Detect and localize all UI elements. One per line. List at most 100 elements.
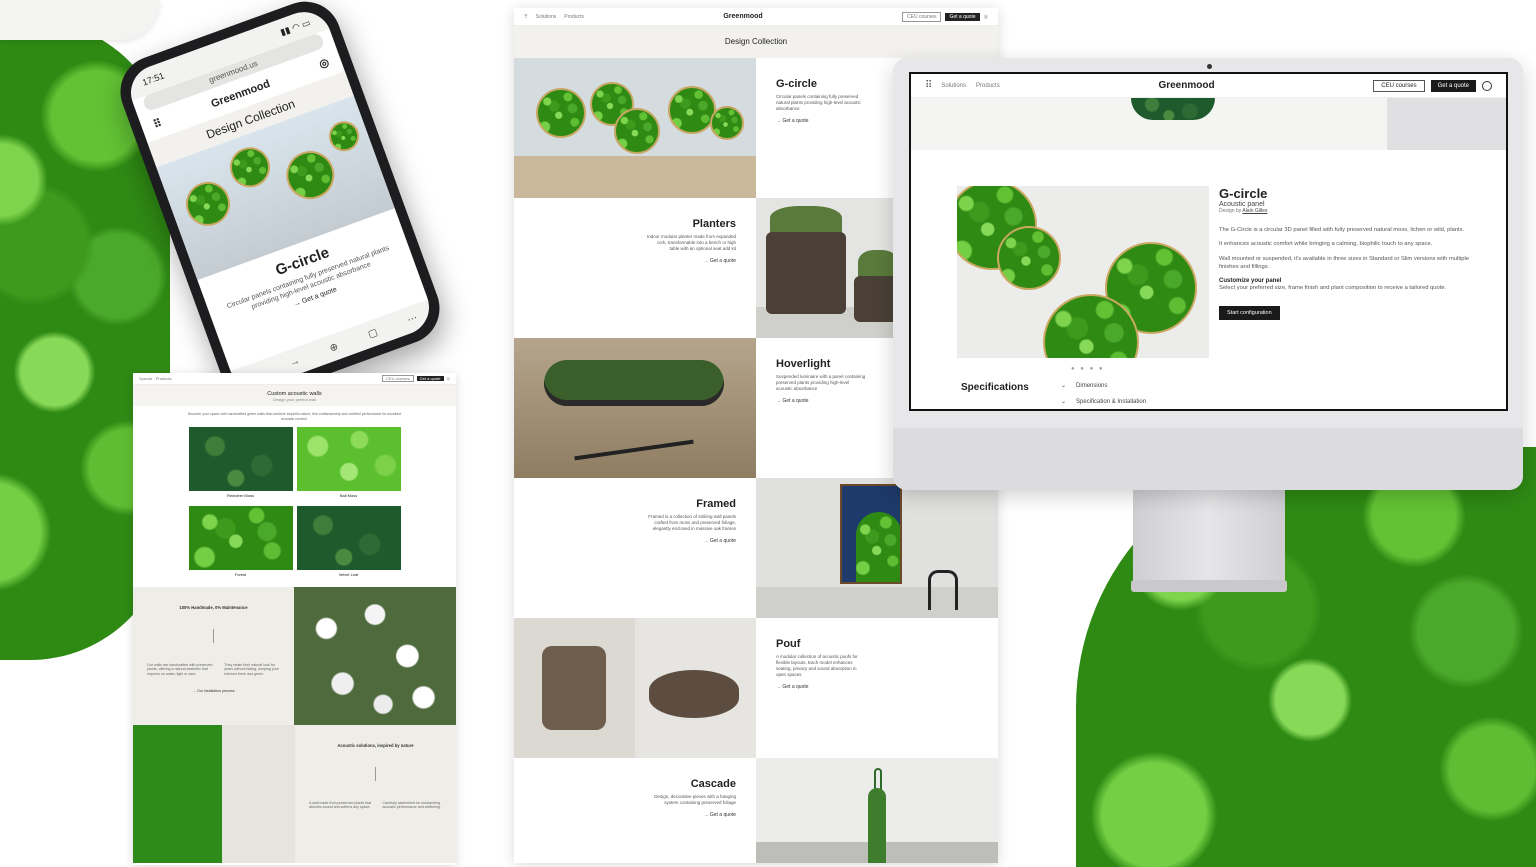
cascade-photo	[756, 758, 998, 863]
desktop-nav-item[interactable]: Products	[976, 83, 1000, 89]
phone-screen: 17:51 ▮▮ ◠ ▭ greenmood.us ⠿ Greenmood ◎ …	[123, 4, 437, 396]
get-quote-link[interactable]: → Get a quote	[534, 258, 736, 264]
menu-grid-icon[interactable]: ⠿	[152, 116, 164, 131]
cork-stool	[542, 646, 606, 730]
acoustic-col-1: A wall made from preserved plants that a…	[309, 800, 372, 810]
dc-brand[interactable]: Greenmood	[723, 13, 762, 20]
user-icon[interactable]: ◎	[984, 14, 988, 20]
dc-nav-right: CEU courses Get a quote ◎	[902, 11, 988, 22]
dc-nav-item[interactable]: Products	[564, 14, 584, 20]
designer-prefix: Design by	[1219, 208, 1242, 214]
user-icon[interactable]	[1482, 80, 1492, 91]
carousel-dots[interactable]: ● ● ● ●	[1071, 366, 1105, 372]
specifications-heading: Specifications	[961, 382, 1029, 393]
menu-grid-icon[interactable]: ⠿	[524, 14, 528, 20]
pouf-text: Pouf A modular collection of acoustic po…	[756, 618, 998, 758]
divider	[213, 628, 214, 643]
moss-type-tile[interactable]: Velvet Leaf	[296, 506, 401, 581]
phone-time: 17:51	[140, 70, 166, 88]
mini-nav-item[interactable]: Products	[156, 376, 172, 381]
product-info: G-circle Acoustic panel Design by Alain …	[1219, 186, 1469, 358]
moss-room-photo	[133, 725, 295, 864]
spec-label: Dimensions	[1076, 383, 1108, 389]
get-quote-link[interactable]: → Get a quote	[534, 538, 736, 544]
product-name[interactable]: Framed	[534, 498, 736, 510]
moss-type-image	[188, 427, 293, 492]
product-title: G-circle	[1219, 186, 1268, 201]
designer-credit: Design by Alain Gilles	[1219, 208, 1469, 214]
ceu-courses-button[interactable]: CEU courses	[1373, 79, 1425, 92]
dc-nav-left: ⠿ Solutions Products	[524, 14, 584, 20]
user-icon[interactable]: ◎	[317, 55, 331, 71]
handmade-text: 100% Handmade, 0% Maintenance Our walls …	[133, 587, 294, 726]
moss-disc	[536, 88, 586, 138]
plus-icon[interactable]: ⊕	[328, 341, 340, 354]
moss-type-label: Velvet Leaf	[338, 572, 359, 578]
desktop-brand[interactable]: Greenmood	[1158, 80, 1214, 91]
desktop-nav-item[interactable]: Solutions	[941, 83, 966, 89]
product-name[interactable]: Planters	[534, 218, 736, 230]
installation-process-link[interactable]: → Our installation process	[147, 689, 280, 694]
ceu-courses-button[interactable]: CEU courses	[902, 11, 942, 22]
mini-intro-text: Discover your space with handcrafted gre…	[187, 412, 402, 421]
acoustic-solutions-heading: Acoustic solutions, inspired by nature	[337, 743, 414, 749]
start-configuration-button[interactable]: Start configuration	[1219, 305, 1280, 320]
product-name[interactable]: Cascade	[534, 778, 736, 790]
desktop-monitor: ⠿ Solutions Products Greenmood CEU cours…	[893, 58, 1523, 490]
specifications-section: Specifications ⌄ Dimensions ⌄ Specificatio…	[961, 382, 1156, 409]
product-description: Framed is a collection of striking wall …	[648, 514, 736, 532]
monitor-chin	[893, 428, 1523, 490]
ceu-courses-button[interactable]: CEU courses	[382, 375, 414, 382]
moss-disc	[710, 106, 744, 140]
spec-item-dimensions[interactable]: ⌄ Dimensions	[1061, 382, 1156, 389]
moss-disc	[324, 117, 364, 156]
forward-icon[interactable]: →	[288, 355, 301, 369]
handmade-columns: Our walls are handcrafted with preserved…	[147, 663, 280, 677]
desktop-nav-right: CEU courses Get a quote	[1373, 79, 1492, 92]
more-icon[interactable]: ⋯	[406, 312, 419, 326]
signal-icon: ▮▮ ◠ ▭	[278, 16, 312, 37]
product-paragraph: The G-Circle is a circular 3D panel fill…	[1219, 227, 1465, 233]
moss-disc	[179, 175, 237, 233]
moss-type-tile[interactable]: Forest	[188, 506, 293, 581]
dc-page-title: Design Collection	[514, 26, 998, 58]
moss-type-image	[296, 506, 401, 571]
oak-frame	[840, 484, 902, 584]
gcircle-product-photo	[957, 186, 1209, 358]
tabs-icon[interactable]: ▢	[366, 327, 379, 341]
get-quote-button[interactable]: Get a quote	[945, 12, 980, 21]
get-quote-button[interactable]: Get a quote	[1430, 79, 1476, 92]
product-description: Design, decorative pieces with a hanging…	[654, 794, 736, 806]
product-row-cascade: Cascade Design, decorative pieces with a…	[514, 758, 998, 863]
handmade-col-1: Our walls are handcrafted with preserved…	[147, 662, 213, 676]
hanging-foliage	[868, 788, 886, 863]
cork-pouf	[649, 670, 739, 718]
get-quote-link[interactable]: → Get a quote	[776, 684, 978, 690]
designer-link[interactable]: Alain Gilles	[1242, 208, 1267, 214]
product-name[interactable]: Pouf	[776, 638, 978, 650]
mini-nav-buttons: CEU courses Get a quote ◎	[382, 375, 450, 382]
cork-planter	[766, 232, 846, 314]
product-paragraph: It enhances acoustic comfort while bring…	[1219, 241, 1433, 248]
hanging-plant	[1131, 98, 1215, 120]
user-icon[interactable]: ◎	[447, 376, 451, 381]
acoustic-solutions-text: Acoustic solutions, inspired by nature A…	[295, 725, 456, 864]
hoverlight-lamp	[544, 360, 724, 406]
framed-text: Framed Framed is a collection of strikin…	[514, 478, 756, 618]
desktop-screen: ⠿ Solutions Products Greenmood CEU cours…	[909, 72, 1508, 411]
chair	[928, 570, 958, 610]
moss-type-image	[296, 427, 401, 492]
moss-type-label: Forest	[234, 572, 247, 578]
moss-type-tile[interactable]: Ball Moss	[296, 427, 401, 502]
moss-type-label: Reindeer Moss	[227, 493, 254, 499]
mini-nav-item[interactable]: Special	[139, 376, 152, 381]
dc-nav-item[interactable]: Solutions	[536, 14, 557, 20]
menu-grid-icon[interactable]: ⠿	[925, 80, 932, 91]
get-quote-button[interactable]: Get a quote	[416, 376, 444, 381]
hoverlight-photo	[514, 338, 756, 478]
moss-type-tile[interactable]: Reindeer Moss	[188, 427, 293, 502]
get-quote-link[interactable]: → Get a quote	[534, 812, 736, 818]
mini-nav-links: Special · Products	[139, 376, 172, 381]
monitor-stand	[1133, 490, 1285, 590]
spec-item-installation[interactable]: ⌄ Specification & Installation	[1061, 398, 1156, 405]
